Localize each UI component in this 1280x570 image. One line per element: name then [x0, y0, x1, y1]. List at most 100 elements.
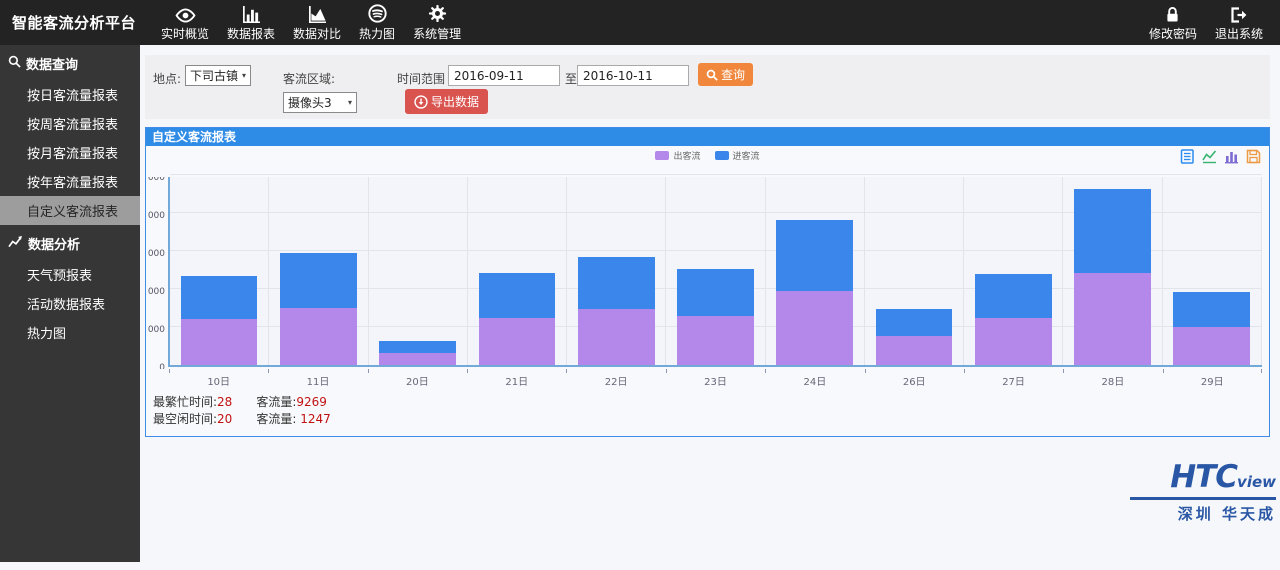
legend-item[interactable]: 出客流 [655, 149, 700, 162]
sidebar-item-yearly-report[interactable]: 按年客流量报表 [0, 167, 140, 196]
sidebar-item-daily-report[interactable]: 按日客流量报表 [0, 80, 140, 109]
bar-column [1163, 177, 1262, 365]
chart-toolbox [1180, 149, 1261, 164]
nav-item-label: 数据报表 [227, 25, 275, 42]
x-axis-tick-label: 11日 [268, 369, 367, 388]
bar-segment [479, 273, 556, 317]
chart-plot [168, 177, 1262, 367]
bar-column [567, 177, 666, 365]
gridline [170, 174, 1262, 175]
busiest-time-label: 最繁忙时间: [153, 395, 217, 409]
bar-segment [379, 353, 456, 365]
sidebar-item-weather-report[interactable]: 天气预报表 [0, 260, 140, 289]
nav-item-realtime-overview[interactable]: 实时概览 [152, 0, 218, 45]
eye-icon [174, 4, 197, 23]
sidebar-section-data-query[interactable]: 数据查询 [0, 45, 140, 80]
busiest-time-value: 28 [217, 395, 232, 409]
stacked-bar [776, 220, 853, 365]
sidebar-item-monthly-report[interactable]: 按月客流量报表 [0, 138, 140, 167]
sidebar-item-heatmap[interactable]: 热力图 [0, 318, 140, 347]
bar-segment [677, 316, 754, 365]
sidebar: 数据查询 按日客流量报表 按周客流量报表 按月客流量报表 按年客流量报表 自定义… [0, 45, 140, 562]
query-button-label: 查询 [721, 66, 745, 83]
idle-time-value: 20 [217, 412, 232, 426]
heatmap-icon [368, 4, 387, 23]
camera-select[interactable]: 摄像头3 ▾ [283, 92, 357, 113]
sidebar-section-label: 数据分析 [28, 234, 80, 253]
save-image-icon[interactable] [1246, 149, 1261, 164]
sidebar-section-data-analysis[interactable]: 数据分析 [0, 225, 140, 260]
y-axis-tick-label: 6,000 [147, 249, 165, 259]
bar-segment [1074, 273, 1151, 365]
bar-segment [1173, 327, 1250, 365]
sidebar-item-activity-report[interactable]: 活动数据报表 [0, 289, 140, 318]
line-type-icon[interactable] [1202, 149, 1217, 164]
bar-segment [1074, 189, 1151, 273]
stacked-bar [578, 257, 655, 365]
legend-item[interactable]: 进客流 [715, 149, 760, 162]
nav-item-system-admin[interactable]: 系统管理 [404, 0, 470, 45]
idle-stats-line: 最空闲时间:20客流量: 1247 [153, 411, 1269, 428]
bar-chart-icon [242, 4, 261, 23]
nav-item-label: 修改密码 [1149, 25, 1197, 42]
x-axis-tick-label: 22日 [566, 369, 665, 388]
main-content: 地点: 下司古镇 ▾ 客流区域: 摄像头3 ▾ 时间范围 至 查询 导出数据 [140, 45, 1280, 570]
idle-flow-label: 客流量: [256, 412, 296, 426]
bar-segment [776, 291, 853, 365]
sidebar-item-custom-report[interactable]: 自定义客流报表 [0, 196, 140, 225]
bar-segment [379, 341, 456, 352]
stacked-bar [479, 273, 556, 365]
location-select[interactable]: 下司古镇 ▾ [185, 65, 251, 86]
idle-flow-value: 1247 [296, 412, 330, 426]
report-panel: 自定义客流报表 出客流进客流 02,0004,0006,0008,00010,0… [145, 127, 1270, 437]
app-title: 智能客流分析平台 [0, 0, 152, 45]
x-axis-tick-label: 24日 [765, 369, 864, 388]
lock-icon [1164, 4, 1181, 23]
nav-item-data-compare[interactable]: 数据对比 [284, 0, 350, 45]
x-axis-tick-label: 10日 [169, 369, 268, 388]
legend-swatch [655, 151, 669, 160]
bar-column [766, 177, 865, 365]
bar-segment [776, 220, 853, 291]
gear-icon [428, 4, 447, 23]
export-button-label: 导出数据 [431, 93, 479, 110]
nav-item-label: 系统管理 [413, 25, 461, 42]
date-from-input[interactable] [448, 65, 560, 86]
sign-out-icon [1230, 4, 1248, 23]
search-icon [706, 69, 718, 81]
nav-item-change-password[interactable]: 修改密码 [1140, 0, 1206, 45]
vendor-logo-subtitle: 深圳 华天成 [1130, 503, 1276, 524]
y-axis-tick-label: 10,000 [147, 177, 165, 183]
camera-select-value: 摄像头3 [288, 94, 332, 111]
y-axis-tick-label: 4,000 [147, 287, 165, 297]
bar-type-icon[interactable] [1224, 149, 1239, 164]
stacked-bar [181, 276, 258, 365]
stacked-bar [677, 269, 754, 365]
bar-segment [876, 336, 953, 365]
bar-segment [181, 276, 258, 319]
date-to-input[interactable] [577, 65, 689, 86]
bar-column [269, 177, 368, 365]
chevron-down-icon: ▾ [242, 71, 246, 80]
bar-segment [578, 257, 655, 309]
sidebar-section-label: 数据查询 [26, 54, 78, 73]
chart-area: 02,0004,0006,0008,00010,000 [147, 177, 1262, 369]
nav-item-logout[interactable]: 退出系统 [1206, 0, 1272, 45]
export-data-button[interactable]: 导出数据 [405, 89, 488, 114]
bar-segment [975, 318, 1052, 365]
nav-item-data-report[interactable]: 数据报表 [218, 0, 284, 45]
bar-segment [677, 269, 754, 316]
nav-item-heatmap[interactable]: 热力图 [350, 0, 404, 45]
logo-view-text: view [1237, 473, 1276, 491]
stacked-bar [280, 253, 357, 365]
bar-segment [578, 309, 655, 365]
query-button[interactable]: 查询 [698, 63, 753, 86]
stacked-bar [1074, 189, 1151, 365]
y-axis-labels: 02,0004,0006,0008,00010,000 [147, 177, 168, 369]
legend-label: 出客流 [673, 149, 700, 162]
data-view-icon[interactable] [1180, 149, 1195, 164]
busiest-stats-line: 最繁忙时间:28客流量:9269 [153, 394, 1269, 411]
sidebar-item-weekly-report[interactable]: 按周客流量报表 [0, 109, 140, 138]
chart-stats: 最繁忙时间:28客流量:9269 最空闲时间:20客流量: 1247 [153, 394, 1269, 428]
line-chart-icon [8, 235, 23, 252]
